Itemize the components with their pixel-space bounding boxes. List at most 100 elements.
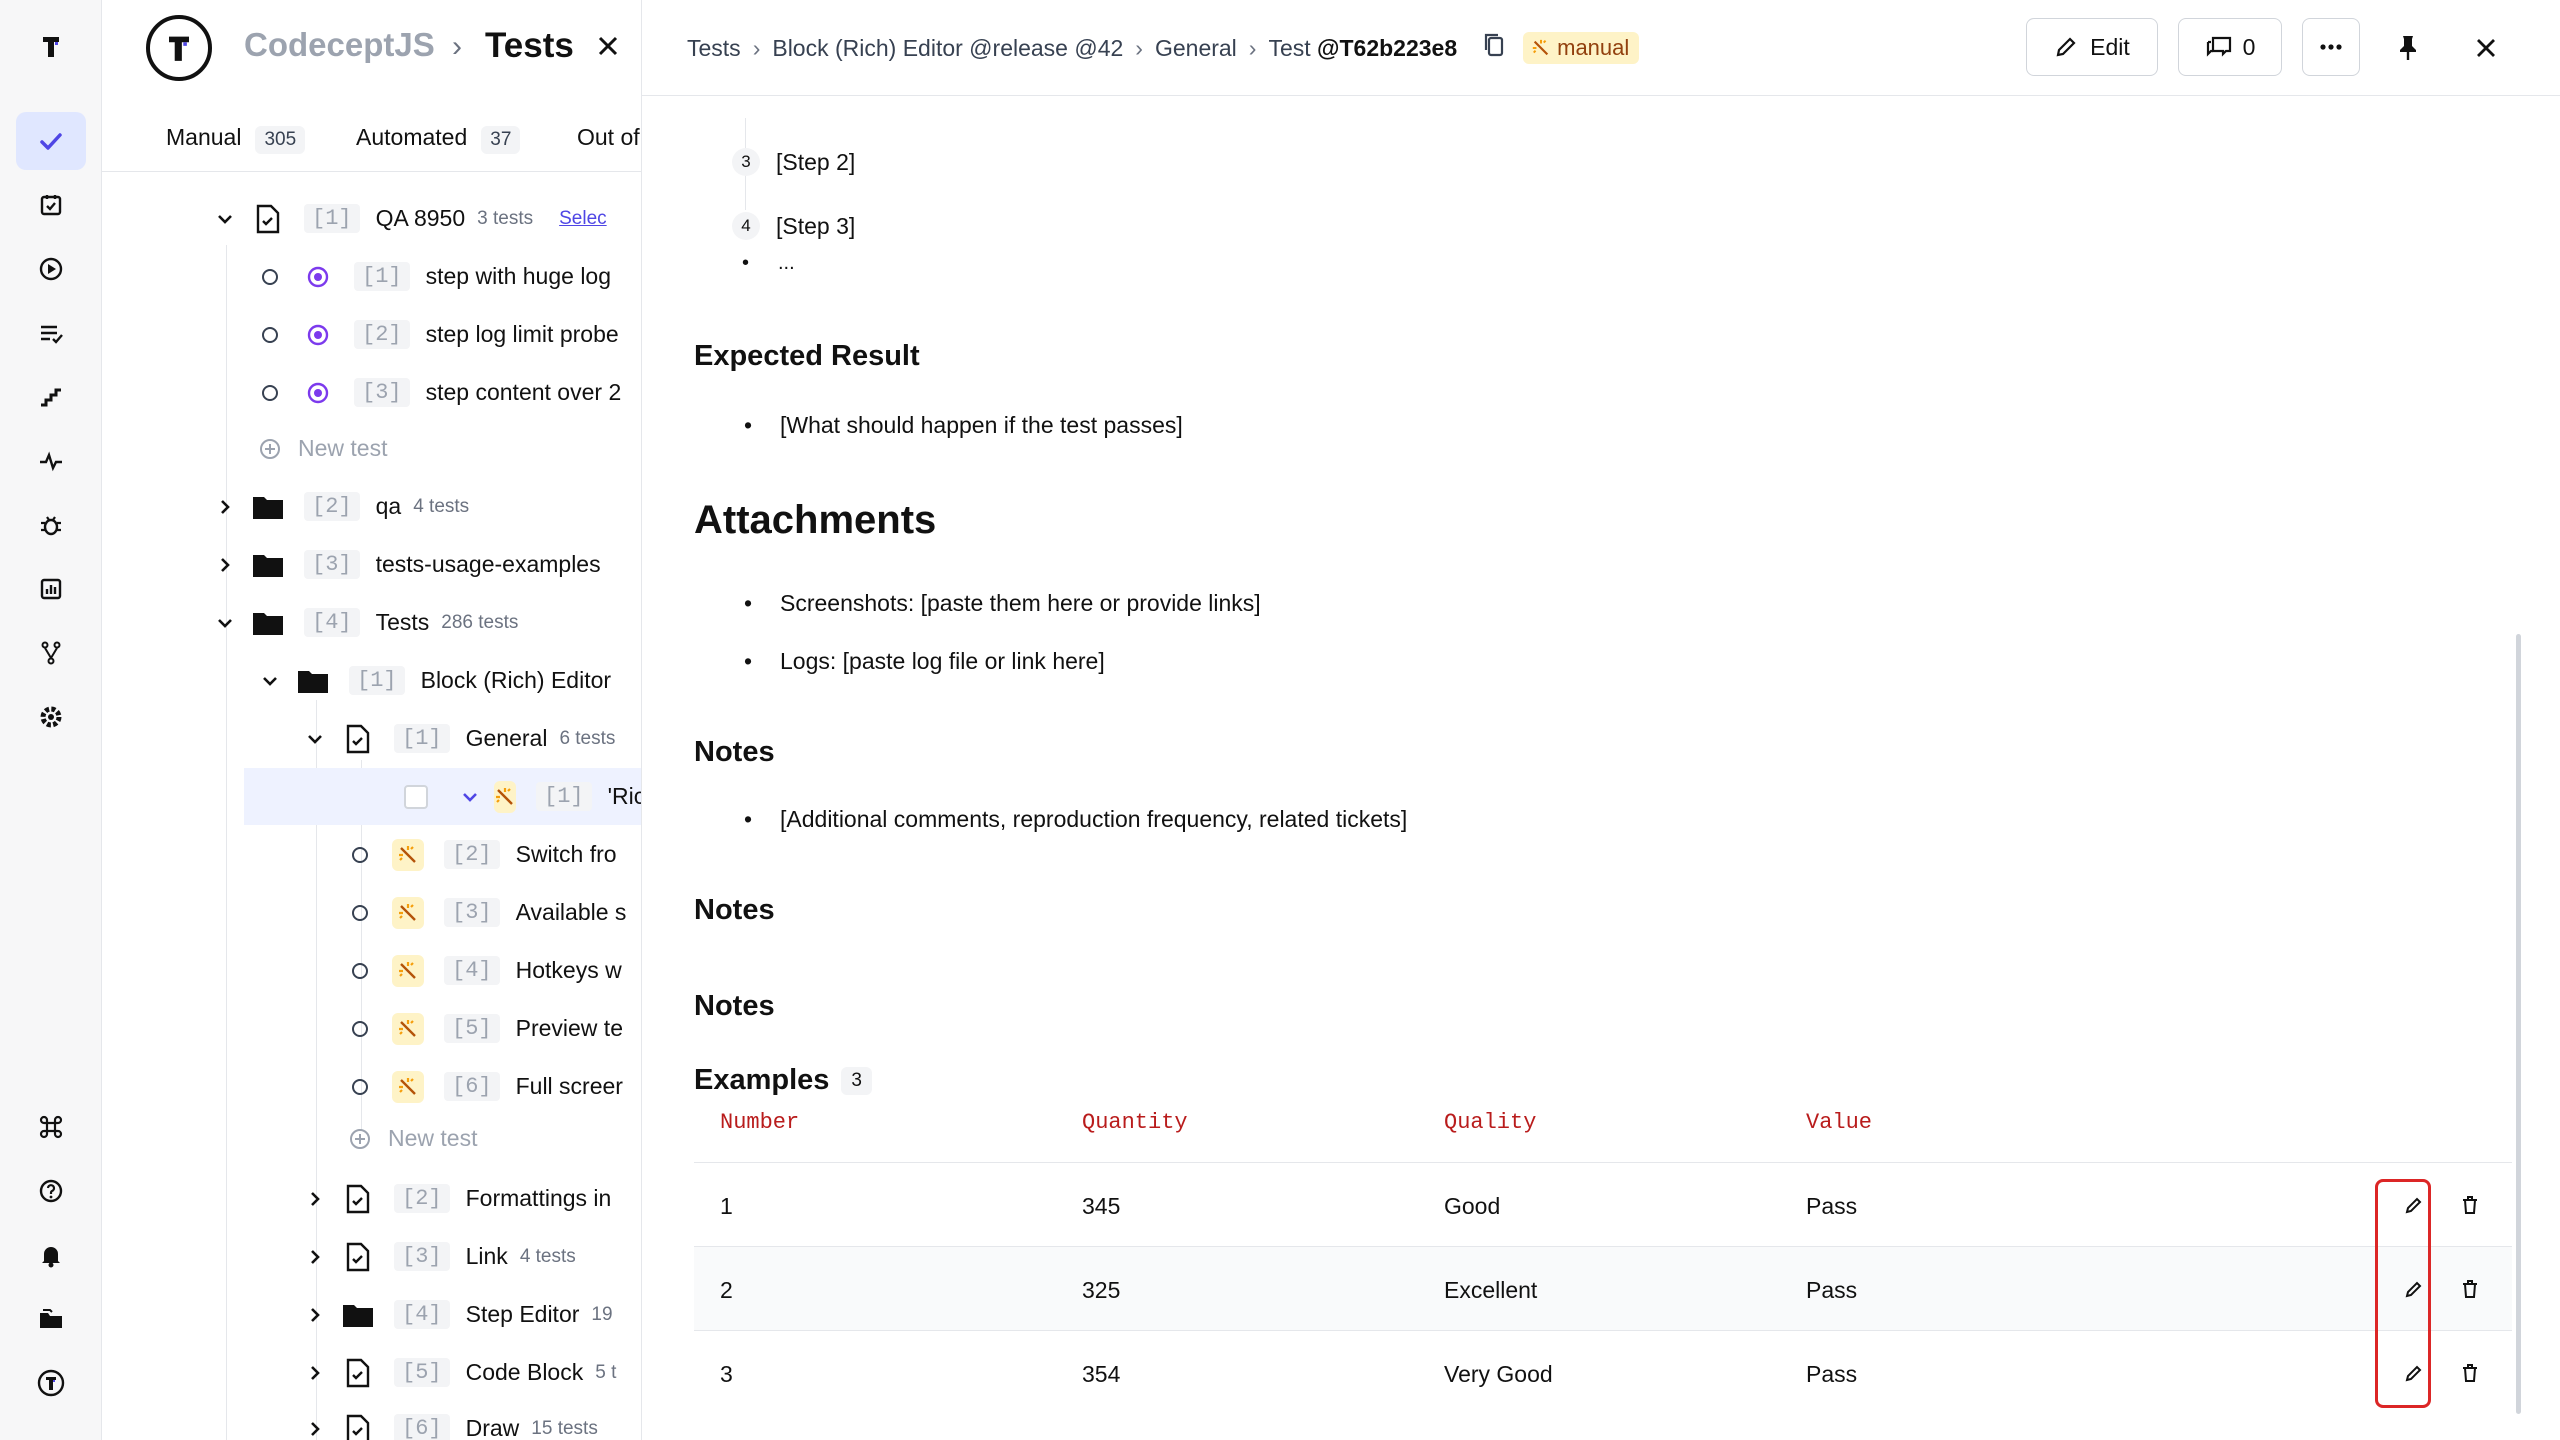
copy-icon[interactable]	[1483, 32, 1505, 64]
chevron-right-icon[interactable]	[302, 1360, 328, 1386]
command-icon[interactable]	[16, 1098, 86, 1156]
tree-suite-row[interactable]: [3] Link 4 tests	[302, 1228, 576, 1285]
tree-suite-row[interactable]: [1] QA 8950 3 tests Selec	[212, 190, 607, 247]
detail-scrollbar[interactable]	[2516, 634, 2521, 1414]
analytics-icon[interactable]	[16, 560, 86, 618]
bug-icon[interactable]	[16, 496, 86, 554]
tree-suite-row[interactable]: [1] General 6 tests	[302, 710, 615, 767]
chevron-right-icon[interactable]	[302, 1186, 328, 1212]
settings-icon[interactable]	[16, 688, 86, 746]
chevron-down-icon[interactable]	[302, 726, 328, 752]
tree-test-row-selected[interactable]: [1] 'Rich edito	[244, 768, 641, 825]
chevron-right-icon[interactable]	[212, 494, 238, 520]
cell-number: 1	[720, 1193, 733, 1219]
row-label: Preview te	[515, 1015, 623, 1041]
tree-test-row[interactable]: [6] Full screer	[352, 1058, 623, 1115]
profile-icon[interactable]	[16, 1354, 86, 1412]
help-icon[interactable]	[16, 1162, 86, 1220]
row-index: [1]	[536, 782, 592, 811]
row-label: General	[465, 725, 548, 751]
pin-button[interactable]	[2388, 28, 2428, 68]
runs-icon[interactable]	[16, 240, 86, 298]
status-circle-icon	[262, 384, 278, 401]
notifications-icon[interactable]	[16, 1226, 86, 1284]
more-options-button[interactable]	[2302, 18, 2360, 76]
tests-icon[interactable]	[16, 112, 86, 170]
delete-row-button[interactable]	[2454, 1357, 2486, 1389]
select-link[interactable]: Selec	[559, 208, 607, 230]
tree-test-row[interactable]: [2] step log limit probe	[262, 306, 619, 363]
cell-number: 3	[720, 1361, 733, 1387]
pulse-icon[interactable]	[16, 432, 86, 490]
tree-folder-row[interactable]: [3] tests-usage-examples	[212, 536, 601, 593]
column-header-quality: Quality	[1444, 1110, 1537, 1135]
chevron-right-icon[interactable]	[302, 1244, 328, 1270]
edit-button[interactable]: Edit	[2026, 18, 2158, 76]
delete-row-button[interactable]	[2454, 1273, 2486, 1305]
pin-icon	[2400, 36, 2416, 60]
table-row: 3 354 Very Good Pass	[694, 1330, 2512, 1414]
close-tree-button[interactable]	[588, 26, 628, 66]
status-circle-icon	[352, 1020, 368, 1037]
breadcrumb-test-prefix: Test	[1268, 34, 1311, 61]
tree-suite-row[interactable]: [2] Formattings in	[302, 1170, 611, 1227]
cell-value: Pass	[1806, 1361, 1858, 1387]
projects-icon[interactable]	[16, 1290, 86, 1348]
chevron-down-icon[interactable]	[212, 610, 238, 636]
breadcrumb-general[interactable]: General	[1155, 35, 1237, 62]
row-index: [5]	[444, 1014, 500, 1043]
breadcrumb: Tests › Block (Rich) Editor @release @42…	[687, 32, 1640, 64]
branches-icon[interactable]	[16, 624, 86, 682]
row-label: Hotkeys w	[515, 957, 622, 983]
logo-icon[interactable]	[16, 18, 86, 76]
tree-suite-row[interactable]: [6] Draw 15 tests	[302, 1400, 598, 1440]
status-circle-icon	[262, 326, 278, 343]
tree-folder-row[interactable]: [1] Block (Rich) Editor	[257, 652, 611, 709]
test-type-tabs: Manual 305 Automated 37 Out of	[102, 112, 641, 172]
folder-icon	[252, 491, 284, 523]
row-index: [1]	[394, 724, 450, 753]
tree-test-row[interactable]: [4] Hotkeys w	[352, 942, 622, 999]
breadcrumb-tests[interactable]: Tests	[687, 35, 741, 62]
tab-manual[interactable]: Manual 305	[166, 124, 306, 154]
row-index: [1]	[354, 262, 410, 291]
tab-automated[interactable]: Automated 37	[356, 124, 521, 154]
tree-test-row[interactable]: [3] step content over 2	[262, 364, 621, 421]
row-label: Available s	[515, 899, 627, 925]
row-index: [3]	[394, 1242, 450, 1271]
new-test-button[interactable]: New test	[344, 1110, 477, 1167]
project-name[interactable]: CodeceptJS	[244, 26, 435, 64]
automated-test-icon	[302, 261, 334, 293]
chevron-down-icon[interactable]	[257, 668, 283, 694]
tree-folder-row[interactable]: [4] Tests 286 tests	[212, 594, 518, 651]
checklist-icon[interactable]	[16, 176, 86, 234]
edit-column-highlight	[2375, 1179, 2431, 1408]
tree-folder-row[interactable]: [4] Step Editor 19	[302, 1286, 613, 1343]
chevron-down-icon[interactable]	[212, 206, 238, 232]
notes-item: [Additional comments, reproduction frequ…	[744, 806, 1407, 833]
chevron-right-icon[interactable]	[302, 1302, 328, 1328]
chevron-down-icon[interactable]	[460, 784, 480, 810]
tree-test-row[interactable]: [2] Switch fro	[352, 826, 617, 883]
close-icon	[2477, 39, 2495, 57]
row-checkbox[interactable]	[404, 784, 428, 809]
tree-test-row[interactable]: [3] Available s	[352, 884, 626, 941]
tree-test-row[interactable]: [1] step with huge log	[262, 248, 611, 305]
steps-icon[interactable]	[16, 368, 86, 426]
chevron-right-icon[interactable]	[302, 1416, 328, 1440]
chevron-right-icon[interactable]	[212, 552, 238, 578]
delete-row-button[interactable]	[2454, 1189, 2486, 1221]
tab-out-of-sync[interactable]: Out of	[577, 124, 640, 151]
plans-icon[interactable]	[16, 304, 86, 362]
row-count: 4 tests	[413, 495, 470, 517]
more-horizontal-icon	[2320, 44, 2342, 50]
status-badge: manual	[1523, 32, 1640, 64]
breadcrumb-suite[interactable]: Block (Rich) Editor @release @42	[772, 35, 1123, 62]
new-test-button[interactable]: New test	[254, 420, 387, 477]
tree-folder-row[interactable]: [2] qa 4 tests	[212, 478, 469, 535]
close-detail-button[interactable]	[2466, 28, 2506, 68]
tree-test-row[interactable]: [5] Preview te	[352, 1000, 623, 1057]
tree-suite-row[interactable]: [5] Code Block 5 t	[302, 1344, 616, 1401]
project-logo-icon	[146, 15, 212, 81]
comments-button[interactable]: 0	[2178, 18, 2282, 76]
